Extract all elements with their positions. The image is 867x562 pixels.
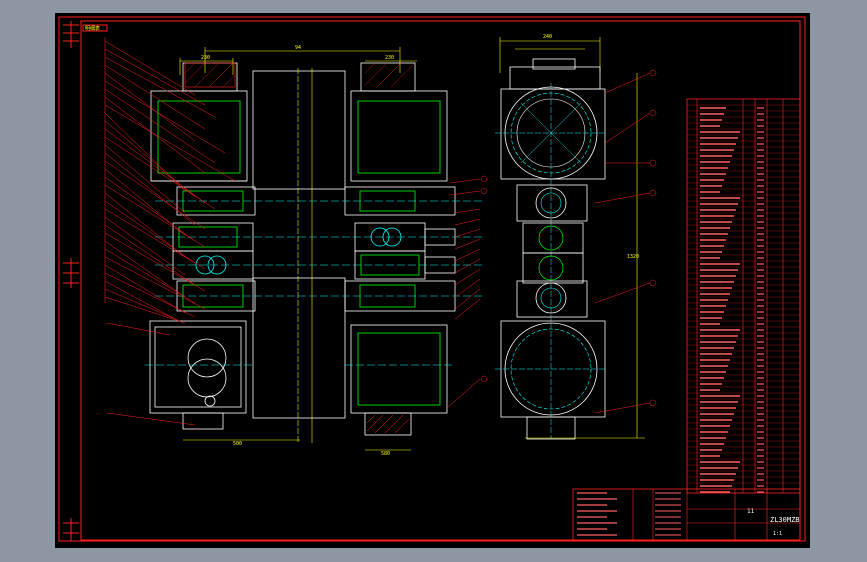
- leader-lines-left: [104, 40, 236, 426]
- parts-list-header: 明细表: [85, 25, 100, 32]
- drawing-sheet: 明细表 94 230 230 500 580 240 1320 11 ZL30M…: [55, 13, 810, 548]
- title-block-name: ZL30MZB: [770, 516, 800, 524]
- dim-label-side-top: 240: [543, 34, 552, 40]
- cad-viewport[interactable]: 明细表 94 230 230 500 580 240 1320 11 ZL30M…: [0, 0, 867, 562]
- title-block-sheet: 11: [747, 508, 755, 515]
- front-section-view: 94 230 230 500 580: [104, 37, 488, 457]
- dim-label-left: 230: [201, 55, 210, 61]
- dim-label-side-height: 1320: [627, 254, 639, 260]
- dim-label-right: 230: [385, 55, 394, 61]
- gear-row-3: [155, 250, 485, 280]
- upper-left-housing: [150, 62, 248, 182]
- dim-label-bottom-right: 580: [381, 451, 390, 457]
- upper-left-hatch: [184, 62, 236, 88]
- dim-label-bottom-left: 500: [233, 441, 242, 447]
- lower-left-gear-a: [187, 338, 227, 378]
- parts-list: [686, 98, 801, 494]
- side-bearing-block-1: [516, 184, 588, 222]
- side-elevation-view: 240 1320: [495, 34, 657, 440]
- title-block-rows: [577, 492, 681, 536]
- side-bearing-block-3: [522, 252, 584, 284]
- dim-label-top: 94: [295, 45, 301, 51]
- lower-right-housing: [350, 324, 448, 436]
- side-bearing-block-2: [522, 222, 584, 254]
- lower-left-gear-b: [187, 358, 227, 398]
- margin-ticks: [63, 21, 79, 541]
- center-shaft-top: [252, 70, 346, 190]
- gear-row-1: [155, 186, 485, 216]
- title-block-scale: 1:1: [773, 531, 782, 537]
- cad-drawing: 明细表 94 230 230 500 580 240 1320 11 ZL30M…: [58, 16, 806, 542]
- upper-right-housing: [350, 62, 448, 182]
- gear-row-4: [155, 280, 485, 312]
- title-block: 11 ZL30MZB 1:1: [572, 488, 801, 541]
- lower-left-bolt: [204, 395, 216, 407]
- side-top-flange: [509, 66, 601, 90]
- center-shaft-bottom: [252, 277, 346, 419]
- side-bearing-block-4: [516, 280, 588, 318]
- leader-lines-right: [446, 178, 481, 409]
